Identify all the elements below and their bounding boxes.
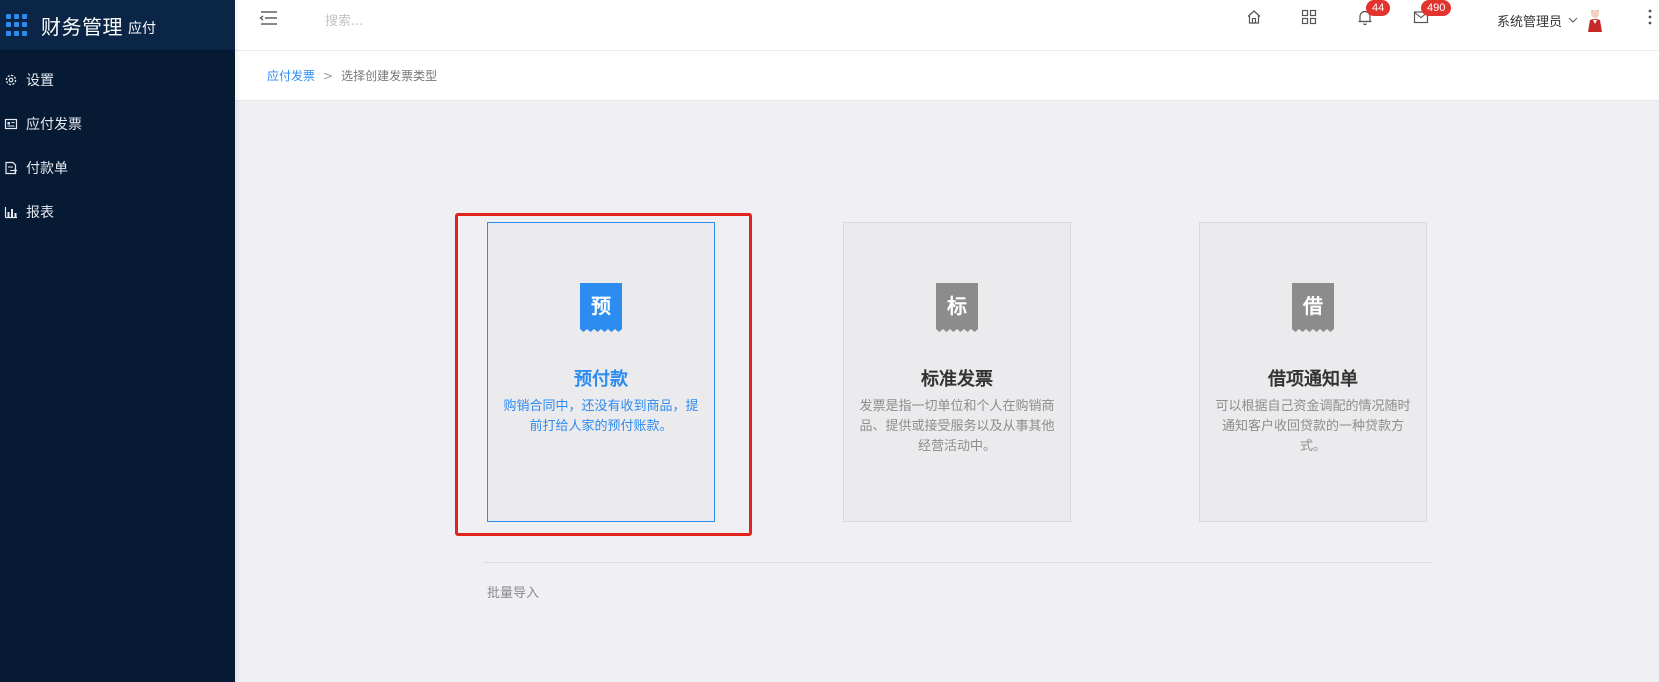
sidebar-item-label: 报表 <box>26 205 54 221</box>
card-title: 标准发票 <box>921 369 993 390</box>
card-description: 购销合同中，还没有收到商品，提前打给人家的预付账款。 <box>503 399 699 434</box>
debit-memo-doc-icon: 借 <box>1292 283 1334 332</box>
card-icon-char: 标 <box>947 294 967 318</box>
card-prepayment[interactable]: 预 预付款 购销合同中，还没有收到商品，提前打给人家的预付账款。 <box>487 222 715 522</box>
user-name: 系统管理员 <box>1497 14 1563 30</box>
prepayment-doc-icon: 预 <box>580 283 622 332</box>
card-icon-char: 借 <box>1302 294 1323 318</box>
notification-bell-icon[interactable]: 44 <box>1357 0 1391 30</box>
invoice-icon <box>4 118 18 130</box>
apps-grid-icon[interactable] <box>1301 9 1317 29</box>
card-title: 借项通知单 <box>1268 369 1358 390</box>
user-menu[interactable]: 系统管理员 <box>1497 8 1604 32</box>
card-standard-invoice[interactable]: 标 标准发票 发票是指一切单位和个人在购销商品、提供或接受服务以及从事其他经营活… <box>843 222 1071 522</box>
sidebar-item-reports[interactable]: 报表 <box>0 190 235 234</box>
breadcrumb-current: 选择创建发票类型 <box>341 69 438 83</box>
card-icon-char: 预 <box>591 294 611 318</box>
brand-bar: 财务管理 应付 <box>0 0 235 50</box>
sidebar: 财务管理 应付 设置 应付发票 付款单 报表 <box>0 0 235 682</box>
app-grid-icon[interactable] <box>6 14 28 36</box>
more-options-icon[interactable] <box>1647 6 1653 32</box>
home-icon[interactable] <box>1246 9 1262 29</box>
top-header: 44 490 系统管理员 <box>235 0 1659 51</box>
standard-invoice-doc-icon: 标 <box>936 283 978 332</box>
message-badge: 490 <box>1421 0 1452 16</box>
brand-subtitle: 应付 <box>128 21 156 37</box>
breadcrumb: 应付发票 > 选择创建发票类型 <box>235 51 1659 101</box>
notification-badge: 44 <box>1366 0 1391 16</box>
card-description: 发票是指一切单位和个人在购销商品、提供或接受服务以及从事其他经营活动中。 <box>859 399 1055 454</box>
payment-doc-icon <box>5 161 18 175</box>
bar-chart-icon <box>4 207 17 219</box>
breadcrumb-separator: > <box>323 68 334 83</box>
divider <box>483 562 1431 563</box>
sidebar-item-label: 应付发票 <box>26 117 82 133</box>
avatar <box>1588 9 1603 32</box>
sidebar-item-settings[interactable]: 设置 <box>0 58 235 102</box>
card-debit-memo[interactable]: 借 借项通知单 可以根据自己资金调配的情况随时通知客户收回贷款的一种贷款方式。 <box>1199 222 1427 522</box>
sidebar-item-label: 设置 <box>26 73 54 89</box>
batch-import-link[interactable]: 批量导入 <box>487 582 539 601</box>
search-input[interactable] <box>325 10 585 32</box>
message-icon[interactable]: 490 <box>1413 0 1452 29</box>
card-description: 可以根据自己资金调配的情况随时通知客户收回贷款的一种贷款方式。 <box>1215 399 1411 454</box>
sidebar-item-payable-invoice[interactable]: 应付发票 <box>0 102 235 146</box>
sidebar-menu: 设置 应付发票 付款单 报表 <box>0 58 235 234</box>
sidebar-item-label: 付款单 <box>26 161 68 177</box>
collapse-menu-icon[interactable] <box>257 8 279 32</box>
gear-icon <box>5 74 17 86</box>
breadcrumb-link-payable-invoice[interactable]: 应付发票 <box>267 67 315 84</box>
sidebar-item-payment-order[interactable]: 付款单 <box>0 146 235 190</box>
brand-title: 财务管理 <box>41 14 123 39</box>
chevron-down-icon <box>1568 17 1578 23</box>
card-title: 预付款 <box>574 369 628 390</box>
